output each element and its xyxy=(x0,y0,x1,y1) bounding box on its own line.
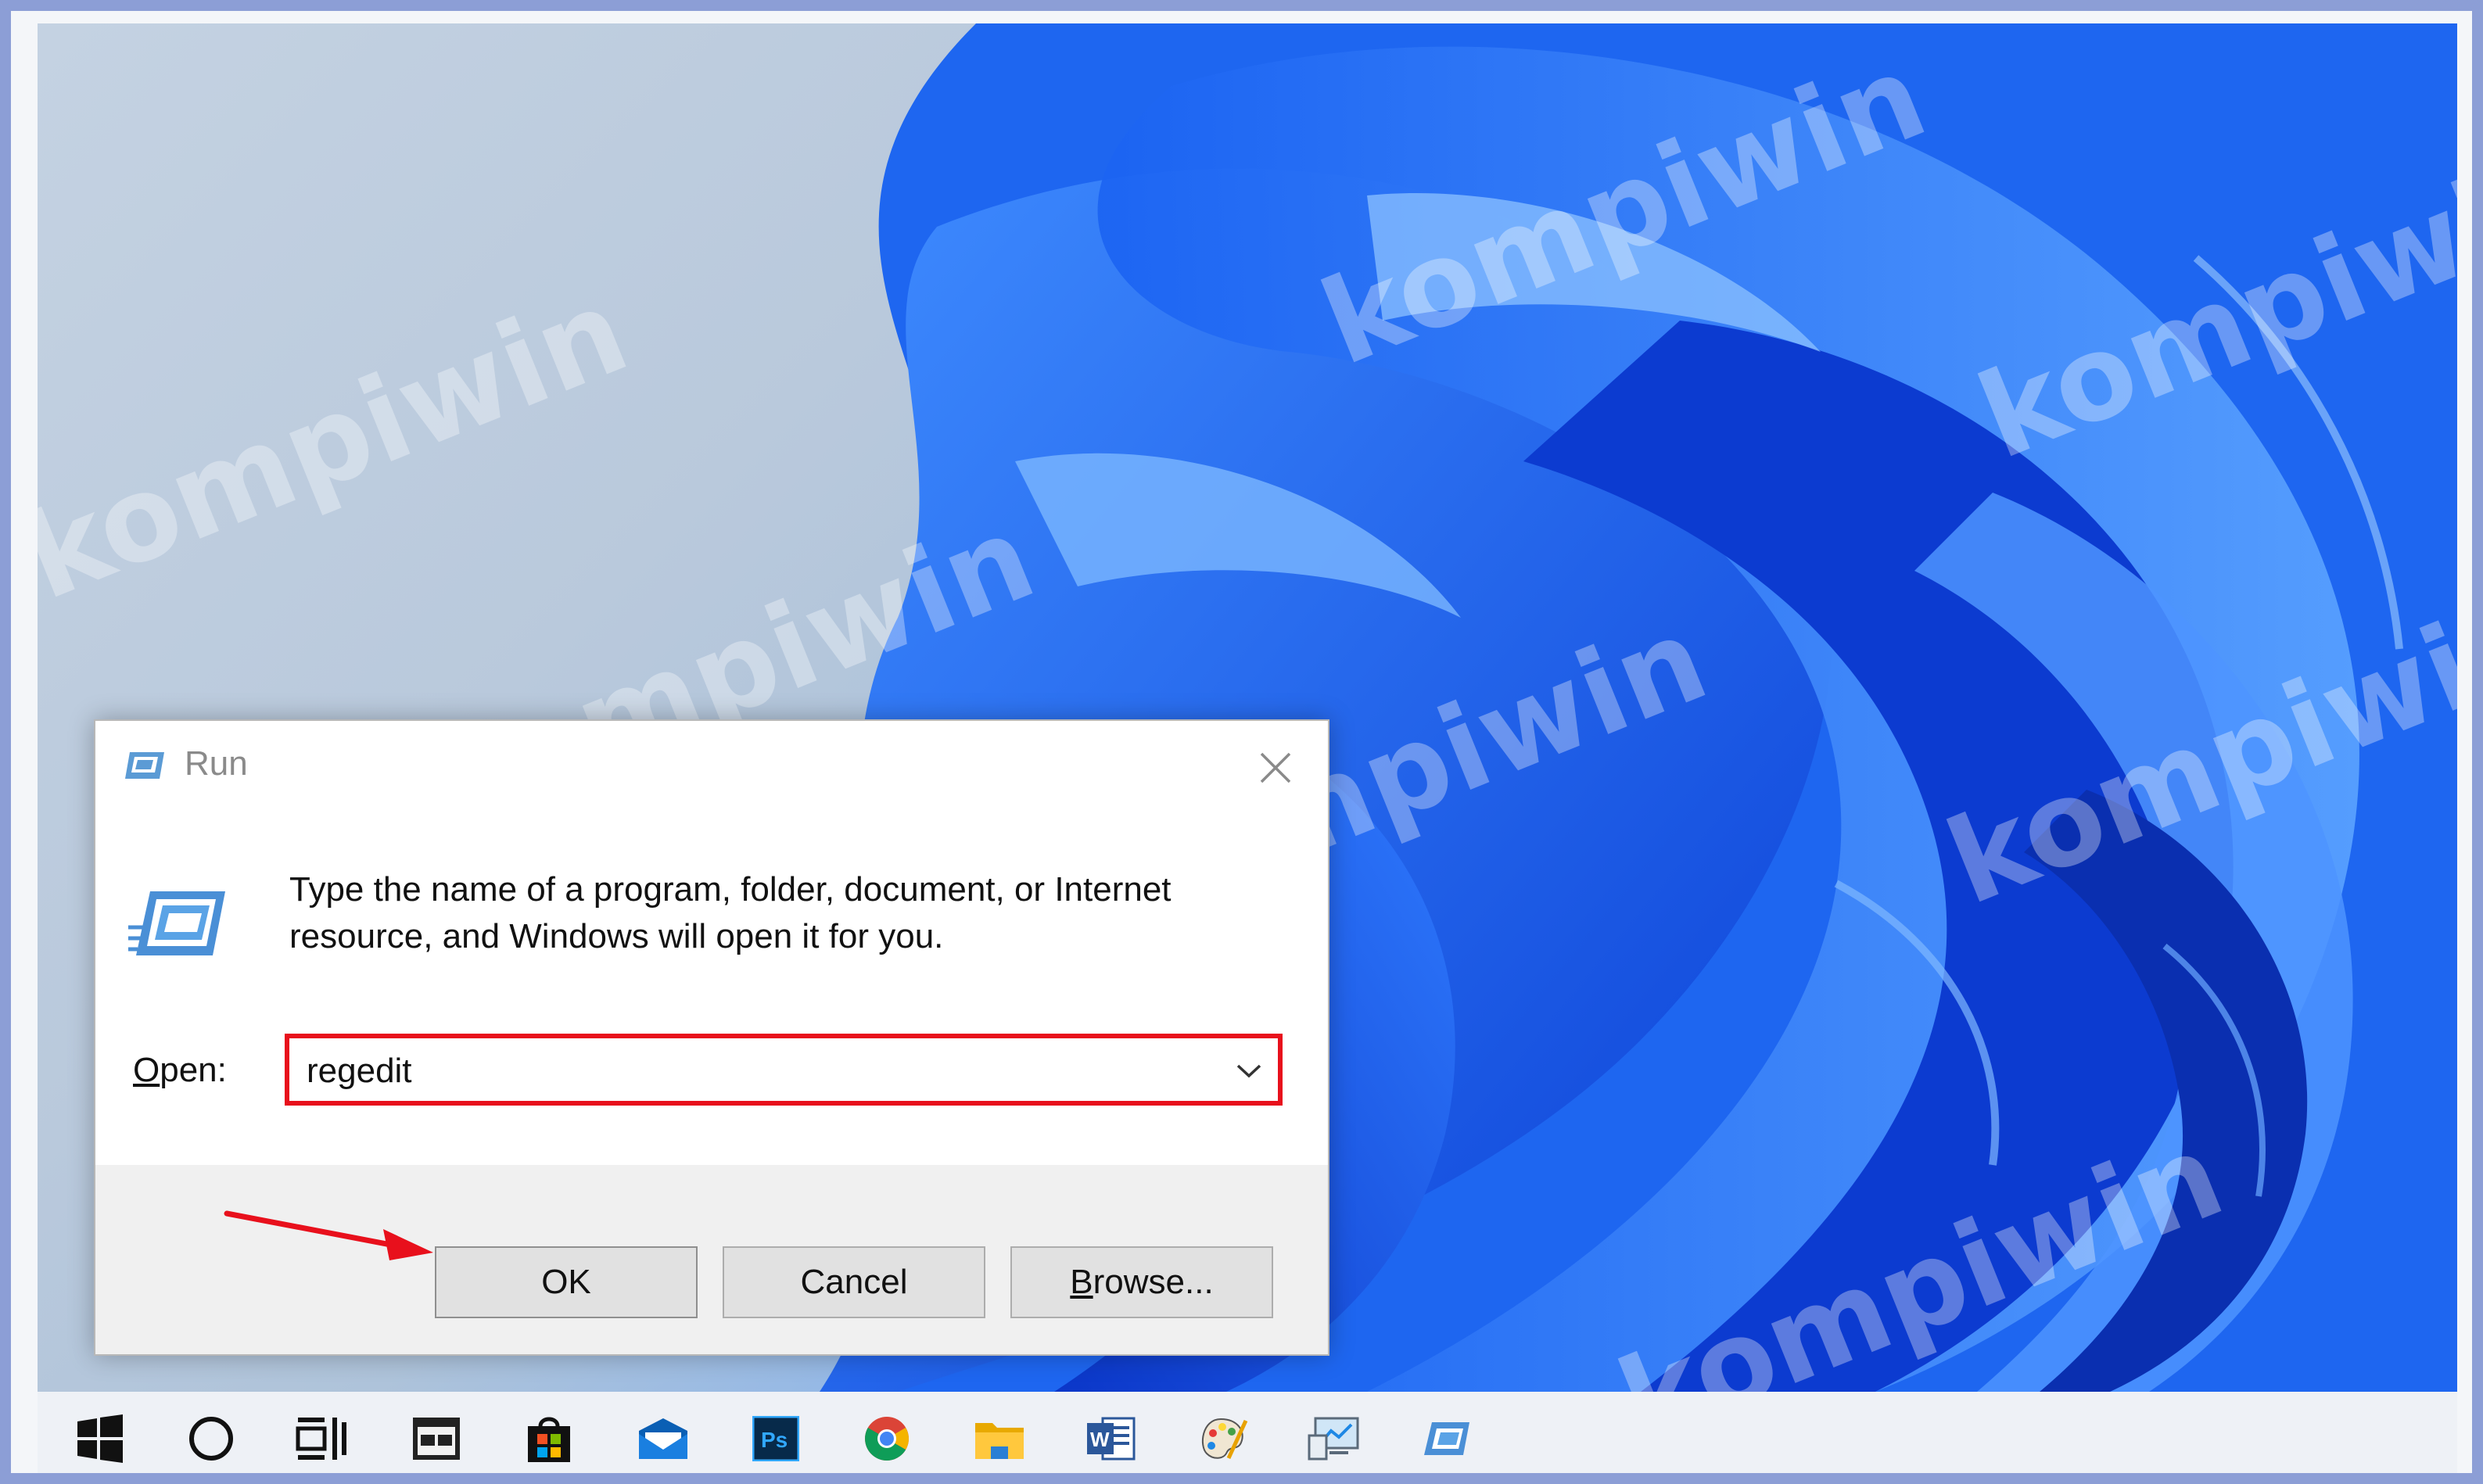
terminal-window-icon xyxy=(413,1418,460,1460)
taskbar-app-store[interactable] xyxy=(511,1404,587,1473)
title-bar[interactable]: Run xyxy=(95,721,1328,815)
chrome-icon xyxy=(865,1417,909,1461)
start-button[interactable] xyxy=(63,1404,138,1473)
cancel-button[interactable]: Cancel xyxy=(723,1246,985,1318)
run-icon xyxy=(128,891,225,955)
search-button[interactable] xyxy=(174,1404,249,1473)
open-label: Open: xyxy=(133,1051,227,1090)
close-icon xyxy=(1260,752,1291,783)
remote-desktop-icon xyxy=(1308,1417,1359,1461)
taskbar-app-photoshop[interactable]: Ps xyxy=(738,1404,813,1473)
taskbar-app-mail[interactable] xyxy=(626,1404,701,1473)
run-app-icon xyxy=(125,752,164,779)
open-input[interactable] xyxy=(307,1048,1206,1095)
dialog-content: Type the name of a program, folder, docu… xyxy=(95,816,1328,1165)
mail-icon xyxy=(639,1418,687,1459)
browse-label-rest: rowse... xyxy=(1093,1263,1214,1301)
word-icon: W xyxy=(1087,1417,1136,1461)
annotation-arrow xyxy=(224,1210,433,1260)
taskbar-app-word[interactable]: W xyxy=(1073,1404,1148,1473)
close-button[interactable] xyxy=(1240,737,1311,799)
open-label-rest: pen: xyxy=(160,1051,227,1089)
taskbar-app-paint[interactable] xyxy=(1186,1404,1261,1473)
photoshop-icon: Ps xyxy=(752,1416,799,1461)
dropdown-button[interactable] xyxy=(1228,1049,1270,1091)
ok-button[interactable]: OK xyxy=(435,1246,698,1318)
photoshop-label: Ps xyxy=(761,1428,788,1452)
browse-button[interactable]: Browse... xyxy=(1010,1246,1273,1318)
taskbar-app-run[interactable] xyxy=(1409,1404,1484,1473)
store-bag-icon xyxy=(528,1417,570,1462)
task-view-button[interactable] xyxy=(285,1404,360,1473)
run-icon xyxy=(1424,1422,1469,1455)
browse-mnemonic: B xyxy=(1070,1263,1093,1301)
taskbar-app-remote-desktop[interactable] xyxy=(1297,1404,1372,1473)
instructions-text: Type the name of a program, folder, docu… xyxy=(289,870,1172,955)
paint-icon xyxy=(1201,1418,1248,1460)
windows-start-icon xyxy=(77,1414,123,1463)
taskbar: Ps W xyxy=(38,1392,2457,1473)
taskbar-app-terminal[interactable] xyxy=(399,1404,474,1473)
file-explorer-icon xyxy=(975,1423,1024,1459)
chevron-down-icon xyxy=(1236,1064,1261,1078)
dialog-client: Type the name of a program, folder, docu… xyxy=(95,816,1328,1354)
taskbar-app-file-explorer[interactable] xyxy=(962,1404,1037,1473)
screen-frame: kompiwin kompiwin kompiwin kompiwin komp… xyxy=(0,0,2483,1484)
word-label: W xyxy=(1090,1428,1110,1451)
taskbar-app-chrome[interactable] xyxy=(849,1404,924,1473)
open-label-mnemonic: O xyxy=(133,1051,160,1089)
dialog-title: Run xyxy=(185,744,248,783)
open-combobox[interactable] xyxy=(285,1034,1283,1106)
search-circle-icon xyxy=(189,1417,233,1461)
task-view-icon xyxy=(296,1418,346,1460)
